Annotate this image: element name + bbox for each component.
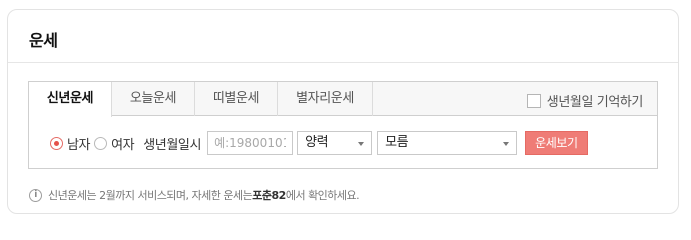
fortune-form: 남자 여자 생년월일시 양력 모름 운세보기	[29, 131, 657, 155]
chevron-down-icon	[503, 142, 510, 146]
tab-zodiac-animal-fortune[interactable]: 띠별운세	[195, 82, 278, 116]
calendar-type-select[interactable]: 양력	[297, 131, 373, 155]
view-fortune-button[interactable]: 운세보기	[525, 131, 588, 155]
service-notice: i 신년운세는 2월까지 서비스되며, 자세한 운세는 포춘82 에서 확인하세요…	[29, 187, 360, 203]
gender-female-option[interactable]: 여자	[94, 134, 135, 153]
female-radio[interactable]	[94, 136, 108, 150]
tab-new-year-fortune[interactable]: 신년운세	[29, 82, 112, 117]
male-radio[interactable]	[50, 136, 63, 150]
female-label: 여자	[111, 137, 135, 153]
card-divider	[8, 62, 678, 63]
notice-suffix: 에서 확인하세요.	[285, 189, 360, 202]
tab-constellation-fortune[interactable]: 별자리운세	[278, 82, 373, 116]
birthdate-input[interactable]	[207, 131, 294, 155]
tab-bar: 신년운세 오늘운세 띠별운세 별자리운세 생년월일 기억하기	[29, 82, 657, 117]
chevron-down-icon	[358, 142, 365, 146]
calendar-type-value: 양력	[305, 135, 329, 150]
gender-male-option[interactable]: 남자	[50, 134, 91, 153]
fortune-card: 운세 신년운세 오늘운세 띠별운세 별자리운세 생년월일 기억하기 남자 여자 …	[7, 9, 679, 214]
notice-prefix: 신년운세는 2월까지 서비스되며, 자세한 운세는	[48, 189, 253, 202]
tab-today-fortune[interactable]: 오늘운세	[112, 82, 195, 116]
birth-time-value: 모름	[385, 135, 409, 150]
remember-birthdate[interactable]: 생년월일 기억하기	[526, 91, 644, 110]
remember-label: 생년월일 기억하기	[546, 95, 644, 110]
card-title: 운세	[29, 31, 58, 50]
fortune82-link[interactable]: 포춘82	[252, 187, 286, 203]
male-label: 남자	[67, 137, 91, 153]
fortune-panel: 신년운세 오늘운세 띠별운세 별자리운세 생년월일 기억하기 남자 여자 생년월…	[28, 81, 658, 169]
remember-checkbox[interactable]	[526, 93, 541, 108]
info-icon: i	[29, 188, 42, 202]
birth-label: 생년월일시	[143, 137, 202, 153]
birth-time-select[interactable]: 모름	[377, 131, 518, 155]
